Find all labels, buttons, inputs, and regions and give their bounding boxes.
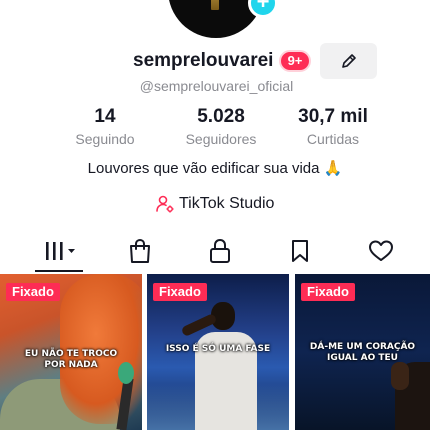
video-thumbnail[interactable]: Fixado DÁ-ME UM CORAÇÃO IGUAL AO TEU bbox=[295, 274, 430, 430]
notification-badge[interactable]: 9+ bbox=[279, 50, 311, 72]
video-caption: EU NÃO TE TROCO POR NADA bbox=[24, 349, 118, 370]
grid-icon bbox=[46, 242, 75, 260]
user-handle: @semprelouvarei_oficial bbox=[139, 78, 294, 94]
pencil-icon bbox=[341, 54, 356, 68]
tiktok-studio-label: TikTok Studio bbox=[179, 195, 275, 212]
username: semprelouvarei bbox=[133, 50, 274, 71]
heart-icon bbox=[369, 240, 393, 261]
edit-profile-button[interactable] bbox=[320, 43, 377, 79]
profile-tabs bbox=[0, 232, 430, 272]
stat-following[interactable]: 14 Seguindo bbox=[68, 106, 142, 147]
video-caption: ISSO É SÓ UMA FASE bbox=[165, 344, 271, 354]
profile-avatar-wrap[interactable]: + bbox=[168, 0, 278, 38]
tab-shop[interactable] bbox=[123, 236, 157, 266]
person-gear-icon bbox=[156, 195, 174, 213]
video-thumbnail[interactable]: Fixado ISSO É SÓ UMA FASE bbox=[147, 274, 289, 430]
active-tab-indicator bbox=[35, 270, 83, 272]
bookmark-icon bbox=[292, 240, 308, 262]
stat-likes[interactable]: 30,7 mil Curtidas bbox=[293, 106, 373, 147]
following-label: Seguindo bbox=[75, 131, 135, 147]
pinned-badge: Fixado bbox=[6, 283, 60, 301]
likes-count: 30,7 mil bbox=[298, 106, 368, 127]
tab-videos[interactable] bbox=[44, 236, 78, 266]
avatar-logo-shape bbox=[211, 0, 219, 10]
tab-saved[interactable] bbox=[283, 236, 317, 266]
tab-liked[interactable] bbox=[364, 236, 398, 266]
video-thumbnail[interactable]: Fixado EU NÃO TE TROCO POR NADA bbox=[0, 274, 142, 430]
followers-label: Seguidores bbox=[185, 131, 257, 147]
thumbnail-figure bbox=[391, 362, 409, 390]
followers-count: 5.028 bbox=[197, 106, 245, 127]
profile-bio: Louvores que vão edificar sua vida 🙏 bbox=[87, 160, 343, 177]
video-grid: Fixado EU NÃO TE TROCO POR NADA Fixado I… bbox=[0, 274, 430, 430]
profile-stats: 14 Seguindo 5.028 Seguidores 30,7 mil Cu… bbox=[0, 106, 430, 150]
shopping-bag-icon bbox=[130, 238, 150, 263]
lock-icon bbox=[210, 238, 230, 263]
stat-followers[interactable]: 5.028 Seguidores bbox=[176, 106, 266, 147]
tab-private[interactable] bbox=[203, 236, 237, 266]
pinned-badge: Fixado bbox=[301, 283, 355, 301]
pinned-badge: Fixado bbox=[153, 283, 207, 301]
likes-label: Curtidas bbox=[306, 131, 360, 147]
following-count: 14 bbox=[94, 106, 116, 127]
username-row: semprelouvarei 9+ bbox=[0, 43, 430, 79]
video-caption: DÁ-ME UM CORAÇÃO IGUAL AO TEU bbox=[309, 342, 416, 363]
tiktok-studio-link[interactable]: TikTok Studio bbox=[155, 192, 274, 216]
thumbnail-figure bbox=[180, 302, 257, 430]
